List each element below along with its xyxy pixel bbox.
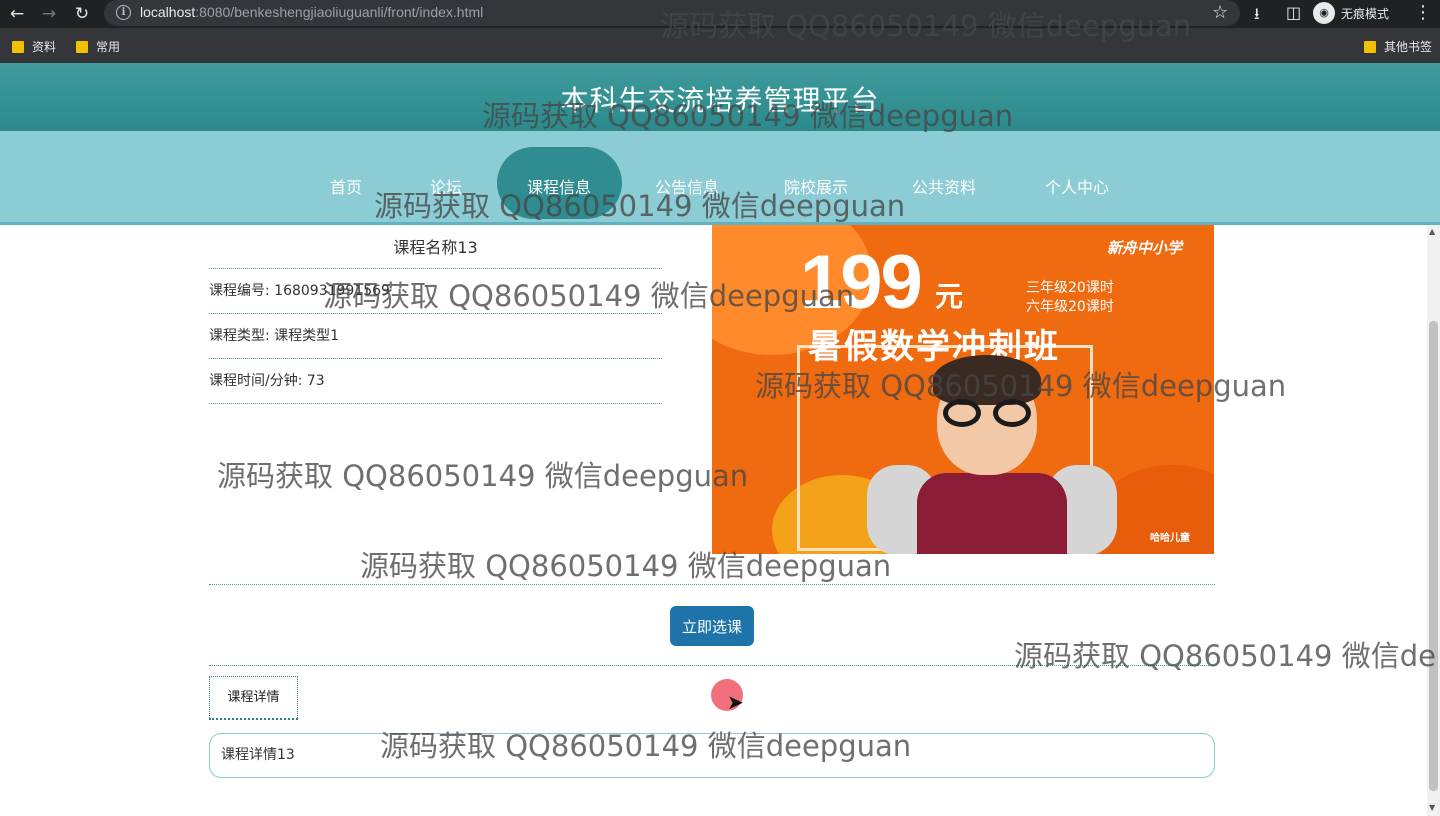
course-detail-content: 课程详情13 <box>209 733 1215 778</box>
incognito-indicator[interactable]: ◉ 无痕模式 <box>1313 2 1389 24</box>
bookmarks-bar: 资料 常用 其他书签 <box>0 28 1440 63</box>
nav-home[interactable]: 首页 <box>330 174 362 198</box>
divider <box>209 665 1215 666</box>
watermark: 源码获取 QQ86050149 微信deepguan <box>217 459 749 493</box>
mouse-cursor-icon: ➤ <box>727 690 744 714</box>
field-label: 课程编号: <box>209 283 270 299</box>
glasses-lens <box>943 399 981 427</box>
divider <box>209 584 1215 585</box>
banner-note: 三年级20课时 <box>1026 280 1114 296</box>
side-panel-icon[interactable]: ◫ <box>1286 3 1301 22</box>
site-title: 本科生交流培养管理平台 <box>560 84 880 117</box>
download-icon[interactable]: ⭳ <box>1254 3 1260 30</box>
bookmark-folder-other[interactable]: 其他书签 <box>1364 38 1432 55</box>
url-host: localhost <box>140 4 196 20</box>
back-icon[interactable]: ← <box>6 3 28 25</box>
page-scrollbar[interactable]: ▲ ▼ <box>1427 225 1440 816</box>
nav-course-info[interactable]: 课程信息 <box>527 174 591 198</box>
folder-icon <box>1364 40 1376 53</box>
banner-price: 199 <box>800 240 923 325</box>
banner-logo: 新舟中小学 <box>1107 239 1183 257</box>
bookmark-label: 资料 <box>32 40 57 54</box>
incognito-label: 无痕模式 <box>1341 6 1390 21</box>
glasses-lens <box>993 399 1031 427</box>
field-value: 课程类型1 <box>274 328 340 344</box>
course-id-row: 课程编号: 1680931991569 <box>209 269 662 313</box>
bookmark-folder-ziliao[interactable]: 资料 <box>12 38 56 55</box>
nav-personal-center[interactable]: 个人中心 <box>1045 174 1109 198</box>
banner-child-illustration <box>867 355 1127 554</box>
child-vest <box>917 473 1067 554</box>
url-text[interactable]: localhost:8080/benkeshengjiaoliuguanli/f… <box>140 4 483 20</box>
course-duration-row: 课程时间/分钟: 73 <box>209 359 662 403</box>
reload-icon[interactable]: ↻ <box>71 3 93 25</box>
address-bar[interactable]: i localhost:8080/benkeshengjiaoliuguanli… <box>104 0 1240 26</box>
url-path: :8080/benkeshengjiaoliuguanli/front/inde… <box>195 4 484 20</box>
nav-public-materials[interactable]: 公共资料 <box>912 174 976 198</box>
field-label: 课程类型: <box>209 328 270 344</box>
divider <box>209 403 662 404</box>
banner-price-unit: 元 <box>935 280 964 313</box>
tab-course-details[interactable]: 课程详情 <box>209 676 298 720</box>
browser-menu-icon[interactable]: ⋮ <box>1414 2 1432 23</box>
course-name: 课程名称13 <box>393 238 478 257</box>
course-banner-image: 199 元 三年级20课时 六年级20课时 暑假数学冲刺班 新舟中小学 哈哈儿童 <box>712 225 1214 554</box>
field-value: 1680931991569 <box>274 283 390 299</box>
folder-icon <box>12 40 24 53</box>
folder-icon <box>76 40 88 53</box>
scrollbar-thumb[interactable] <box>1429 321 1438 791</box>
bookmark-label: 其他书签 <box>1384 40 1433 54</box>
nav-schools[interactable]: 院校展示 <box>784 174 848 198</box>
forward-icon[interactable]: → <box>38 3 60 25</box>
bookmark-star-icon[interactable]: ☆ <box>1212 2 1228 23</box>
select-course-button[interactable]: 立即选课 <box>670 606 754 646</box>
browser-toolbar: ← → ↻ i localhost:8080/benkeshengjiaoliu… <box>0 0 1440 28</box>
nav-announcements[interactable]: 公告信息 <box>655 174 719 198</box>
course-type-row: 课程类型: 课程类型1 <box>209 314 662 358</box>
field-value: 73 <box>306 373 325 389</box>
child-hair <box>933 355 1041 405</box>
main-nav: 首页 论坛 课程信息 公告信息 院校展示 公共资料 个人中心 <box>0 131 1440 225</box>
nav-forum[interactable]: 论坛 <box>430 174 462 198</box>
scroll-up-icon[interactable]: ▲ <box>1429 227 1435 236</box>
child-glasses <box>939 399 1035 427</box>
site-header: 本科生交流培养管理平台 <box>0 63 1440 131</box>
bookmark-folder-changyong[interactable]: 常用 <box>76 38 120 55</box>
field-label: 课程时间/分钟: <box>209 373 303 389</box>
watermark: 源码获取 QQ86050149 微信de <box>1014 639 1436 673</box>
banner-note: 六年级20课时 <box>1026 299 1114 315</box>
bookmark-label: 常用 <box>96 40 121 54</box>
incognito-icon: ◉ <box>1313 2 1335 24</box>
scroll-down-icon[interactable]: ▼ <box>1429 803 1435 812</box>
banner-brand: 哈哈儿童 <box>1150 533 1190 544</box>
site-info-icon[interactable]: i <box>116 5 131 20</box>
